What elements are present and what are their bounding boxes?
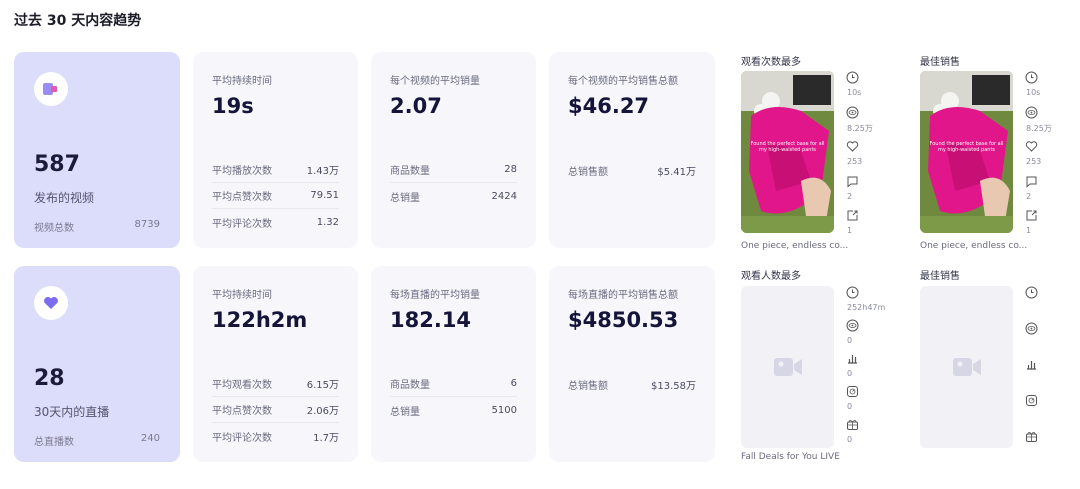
metric-value: 19s — [212, 94, 254, 118]
stat-duration: 252h47m — [847, 303, 886, 312]
video-total-value: 8739 — [134, 219, 160, 230]
video-duration-card: 平均持续时间 19s 平均播放次数 1.43万 平均点赞次数 79.51 平均评论次… — [193, 52, 358, 248]
metric-row: 平均评论次数 1.7万 — [212, 432, 339, 444]
bar-chart-icon — [848, 355, 857, 364]
heart-icon — [34, 286, 68, 320]
video-camera-icon — [952, 358, 981, 376]
stat-duration: 10s — [1026, 88, 1041, 97]
stat-viewers: 0 — [847, 336, 853, 345]
video-count-label: 发布的视频 — [34, 191, 95, 205]
stat-likes: 253 — [847, 157, 863, 166]
stat-shares: 1 — [847, 226, 853, 235]
heart-icon — [846, 141, 859, 152]
live-total-value: 240 — [140, 433, 160, 444]
metric-row: 总销量 2424 — [390, 190, 517, 204]
eye-icon — [846, 319, 859, 332]
video-camera-icon — [773, 358, 802, 376]
most-viewed-video-thumbnail[interactable]: Found the perfect base for all my high-w… — [741, 71, 834, 233]
metric-label: 每个视频的平均销量 — [390, 76, 480, 87]
stat-duration: 10s — [847, 88, 862, 97]
stat-shares: 1 — [1026, 226, 1032, 235]
metric-label: 平均持续时间 — [212, 76, 272, 87]
video-total-label: 视频总数 — [34, 223, 74, 234]
stat-comments: 2 — [1026, 192, 1032, 201]
best-selling-video-title: 最佳销售 — [920, 57, 960, 68]
metric-value: 2.07 — [390, 94, 442, 118]
metric-label: 平均持续时间 — [212, 290, 272, 301]
metric-label: 每场直播的平均销量 — [390, 290, 480, 301]
metric-row: 总销量 5100 — [390, 404, 517, 418]
bar-chart-icon — [1027, 361, 1036, 370]
metric-row: 商品数量 6 — [390, 371, 517, 397]
gauge-icon — [1026, 395, 1037, 406]
video-icon — [34, 72, 68, 106]
gift-icon — [1026, 431, 1037, 442]
best-selling-live-thumbnail[interactable] — [920, 286, 1013, 448]
metric-row: 总销售额 $5.41万 — [568, 166, 696, 178]
stat-views: 8.25万 — [847, 124, 873, 133]
page-title: 过去 30 天内容趋势 — [14, 13, 142, 29]
thumbnail-overlay-text: Found the perfect base for all my high-w… — [750, 141, 825, 153]
heart-icon — [1025, 141, 1038, 152]
video-count: 587 — [34, 152, 80, 177]
most-viewed-live-title: 观看人数最多 — [741, 271, 801, 282]
eye-icon — [846, 106, 859, 119]
metric-value: $4850.53 — [568, 308, 679, 332]
stat-gauge: 0 — [847, 402, 853, 411]
most-viewed-video-caption[interactable]: One piece, endless co... — [741, 241, 848, 251]
best-selling-live-title: 最佳销售 — [920, 271, 960, 282]
share-icon — [1026, 210, 1037, 221]
comment-icon — [1026, 176, 1037, 188]
metric-value: $46.27 — [568, 94, 650, 118]
live-count: 28 — [34, 366, 65, 391]
stat-views: 8.25万 — [1026, 124, 1052, 133]
video-sales-card: 每个视频的平均销量 2.07 商品数量 28 总销量 2424 — [371, 52, 536, 248]
metric-row: 总销售额 $13.58万 — [568, 380, 696, 392]
gauge-icon — [847, 386, 858, 397]
stat-peak: 0 — [847, 369, 853, 378]
metric-label: 每个视频的平均销售总额 — [568, 76, 678, 87]
clock-icon — [1025, 71, 1038, 84]
metric-row: 平均点赞次数 2.06万 — [212, 397, 339, 423]
live-duration-card: 平均持续时间 122h2m 平均观看次数 6.15万 平均点赞次数 2.06万 平均… — [193, 266, 358, 462]
thumbnail-overlay-text: Found the perfect base for all my high-w… — [929, 141, 1004, 153]
clock-icon — [846, 71, 859, 84]
metric-row: 商品数量 28 — [390, 157, 517, 183]
most-viewed-live-thumbnail[interactable] — [741, 286, 834, 448]
clock-icon — [1025, 286, 1038, 299]
stat-likes: 253 — [1026, 157, 1042, 166]
video-revenue-card: 每个视频的平均销售总额 $46.27 总销售额 $5.41万 — [549, 52, 715, 248]
live-summary-card[interactable]: 28 30天内的直播 总直播数 240 — [14, 266, 180, 462]
comment-icon — [847, 176, 858, 188]
stat-gifts: 0 — [847, 435, 853, 444]
stat-comments: 2 — [847, 192, 853, 201]
metric-row: 平均播放次数 1.43万 — [212, 157, 339, 183]
video-summary-card[interactable]: 587 发布的视频 视频总数 8739 — [14, 52, 180, 248]
most-viewed-live-caption[interactable]: Fall Deals for You LIVE — [741, 452, 840, 462]
metric-row: 平均观看次数 6.15万 — [212, 371, 339, 397]
clock-icon — [846, 286, 859, 299]
metric-value: 122h2m — [212, 308, 308, 332]
metric-row: 平均评论次数 1.32 — [212, 216, 339, 230]
metric-row: 平均点赞次数 79.51 — [212, 183, 339, 209]
best-selling-video-thumbnail[interactable]: Found the perfect base for all my high-w… — [920, 71, 1013, 233]
eye-icon — [1025, 106, 1038, 119]
live-total-label: 总直播数 — [34, 437, 74, 448]
live-count-label: 30天内的直播 — [34, 405, 110, 419]
best-selling-video-caption[interactable]: One piece, endless co... — [920, 241, 1027, 251]
gift-icon — [847, 419, 858, 430]
metric-label: 每场直播的平均销售总额 — [568, 290, 678, 301]
live-revenue-card: 每场直播的平均销售总额 $4850.53 总销售额 $13.58万 — [549, 266, 715, 462]
live-sales-card: 每场直播的平均销量 182.14 商品数量 6 总销量 5100 — [371, 266, 536, 462]
eye-icon — [1025, 322, 1038, 335]
metric-value: 182.14 — [390, 308, 472, 332]
most-viewed-video-title: 观看次数最多 — [741, 57, 801, 68]
share-icon — [847, 210, 858, 221]
